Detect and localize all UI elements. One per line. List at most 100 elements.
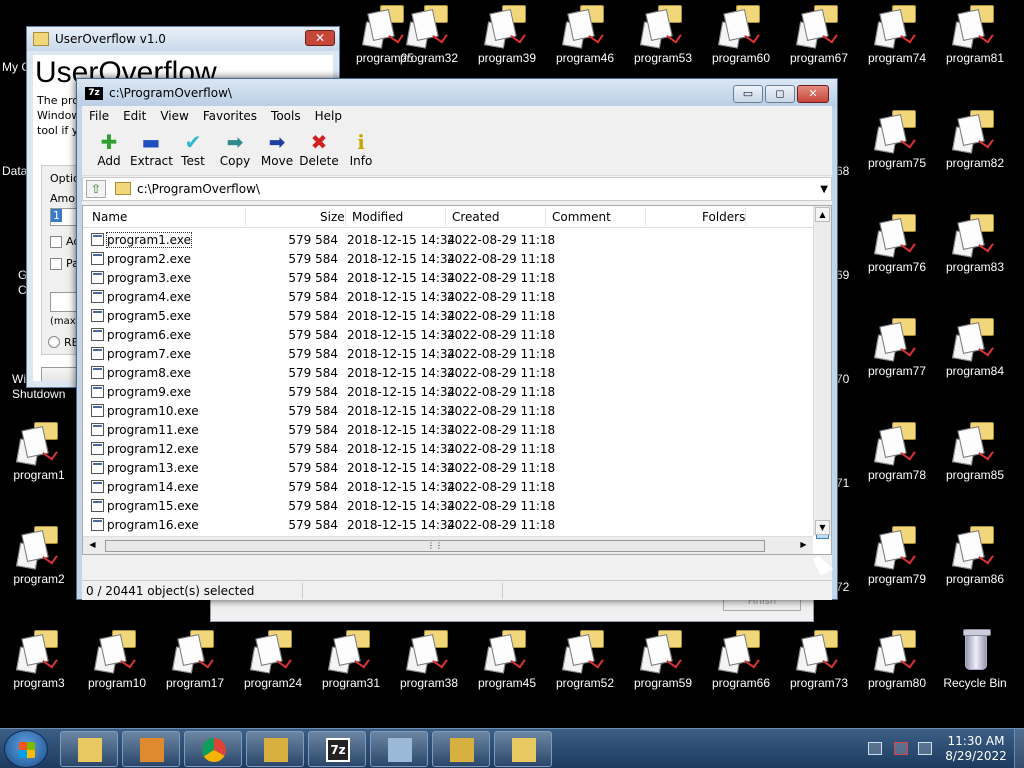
close-button[interactable]: ✕ — [797, 85, 829, 103]
chrome-taskbar-button[interactable] — [184, 731, 242, 767]
column-modified[interactable]: Modified — [352, 210, 403, 226]
desktop-icon[interactable]: program76 — [858, 214, 936, 274]
desktop-icon[interactable]: program53 — [624, 5, 702, 65]
keys-taskbar-button[interactable] — [246, 731, 304, 767]
table-row[interactable]: program6.exe 579 584 2018-12-15 14:34 2022-… — [83, 325, 813, 344]
move-button[interactable]: ➡ Move — [256, 126, 298, 174]
maximize-button[interactable]: ◻ — [765, 85, 795, 103]
address-path[interactable]: c:\ProgramOverflow\ — [137, 182, 260, 196]
table-row[interactable]: program15.exe 579 584 2018-12-15 14:34 2022… — [83, 496, 813, 515]
column-divider[interactable] — [645, 208, 646, 226]
desktop-icon[interactable]: program10 — [78, 630, 156, 690]
table-row[interactable]: program12.exe 579 584 2018-12-15 14:34 2022… — [83, 439, 813, 458]
minimize-button[interactable]: ▭ — [733, 85, 763, 103]
desktop-icon[interactable]: program74 — [858, 5, 936, 65]
desktop-icon[interactable]: program66 — [702, 630, 780, 690]
network-icon[interactable] — [868, 742, 882, 755]
notepad-taskbar-button[interactable] — [370, 731, 428, 767]
extract-button[interactable]: ▬ Extract — [130, 126, 173, 174]
column-divider[interactable] — [445, 208, 446, 226]
desktop-icon[interactable]: program77 — [858, 318, 936, 378]
useroverflow-taskbar-button[interactable] — [494, 731, 552, 767]
menu-view[interactable]: View — [153, 109, 195, 123]
table-row[interactable]: program2.exe 579 584 2018-12-15 14:34 2022-… — [83, 249, 813, 268]
table-row[interactable]: program11.exe 579 584 2018-12-15 14:34 2022… — [83, 420, 813, 439]
table-row[interactable]: program13.exe 579 584 2018-12-15 14:34 2022… — [83, 458, 813, 477]
up-folder-button[interactable]: ⇧ — [86, 180, 106, 198]
column-size[interactable]: Size — [320, 210, 345, 226]
scroll-right-arrow-icon[interactable]: ▶ — [796, 538, 811, 553]
desktop-icon[interactable]: program17 — [156, 630, 234, 690]
vertical-scrollbar[interactable]: ▲ ▼ — [813, 206, 831, 539]
column-created[interactable]: Created — [452, 210, 500, 226]
column-name[interactable]: Name — [92, 210, 127, 226]
scroll-left-arrow-icon[interactable]: ◀ — [85, 538, 100, 553]
horizontal-scroll-thumb[interactable]: ⋮⋮ — [105, 540, 765, 552]
desktop-icon[interactable]: program59 — [624, 630, 702, 690]
table-row[interactable]: program7.exe 579 584 2018-12-15 14:34 2022-… — [83, 344, 813, 363]
column-divider[interactable] — [345, 208, 346, 226]
menu-edit[interactable]: Edit — [116, 109, 153, 123]
table-row[interactable]: program16.exe 579 584 2018-12-15 14:34 2022… — [83, 515, 813, 534]
table-row[interactable]: program3.exe 579 584 2018-12-15 14:34 2022-… — [83, 268, 813, 287]
desktop-icon[interactable]: program80 — [858, 630, 936, 690]
desktop-icon[interactable]: program75 — [858, 110, 936, 170]
info-button[interactable]: i Info — [340, 126, 382, 174]
password-checkbox[interactable] — [50, 258, 62, 270]
menu-favorites[interactable]: Favorites — [196, 109, 264, 123]
test-button[interactable]: ✔ Test — [172, 126, 214, 174]
table-row[interactable]: program14.exe 579 584 2018-12-15 14:34 2022… — [83, 477, 813, 496]
media-player-taskbar-button[interactable] — [122, 731, 180, 767]
column-divider[interactable] — [545, 208, 546, 226]
copy-button[interactable]: ➡ Copy — [214, 126, 256, 174]
desktop-icon[interactable]: program83 — [936, 214, 1014, 274]
column-folders[interactable]: Folders — [702, 210, 745, 226]
useroverflow-titlebar[interactable]: UserOverflow v1.0 — [27, 27, 339, 51]
sevenzip-window[interactable]: 7z c:\ProgramOverflow\ ▭ ◻ ✕ File Edit Vie… — [76, 78, 838, 600]
column-divider[interactable] — [245, 208, 246, 226]
table-row[interactable]: program4.exe 579 584 2018-12-15 14:34 2022-… — [83, 287, 813, 306]
desktop-icon[interactable]: program84 — [936, 318, 1014, 378]
desktop-icon[interactable]: program81 — [936, 5, 1014, 65]
desktop-icon[interactable]: program52 — [546, 630, 624, 690]
desktop-icon[interactable]: program2 — [0, 526, 78, 586]
desktop-icon[interactable]: program32 — [390, 5, 468, 65]
menu-file[interactable]: File — [82, 109, 116, 123]
reset-radio[interactable] — [48, 336, 60, 348]
scroll-up-arrow-icon[interactable]: ▲ — [815, 207, 830, 222]
file-list[interactable]: Name Size Modified Created Comment Folde… — [82, 205, 832, 555]
address-dropdown-icon[interactable]: ▼ — [820, 184, 828, 195]
table-row[interactable]: program8.exe 579 584 2018-12-15 14:34 2022-… — [83, 363, 813, 382]
desktop-icon[interactable]: program38 — [390, 630, 468, 690]
menu-help[interactable]: Help — [308, 109, 349, 123]
volume-icon[interactable] — [918, 742, 932, 755]
start-button[interactable] — [4, 730, 48, 768]
table-row[interactable]: program10.exe 579 584 2018-12-15 14:34 2022… — [83, 401, 813, 420]
desktop-icon[interactable]: program39 — [468, 5, 546, 65]
desktop-icon[interactable]: program46 — [546, 5, 624, 65]
desktop-icon[interactable]: program86 — [936, 526, 1014, 586]
address-bar[interactable]: ⇧ c:\ProgramOverflow\ ▼ — [82, 177, 832, 201]
sevenzip-taskbar-button[interactable]: 7z — [308, 731, 366, 767]
keys2-taskbar-button[interactable] — [432, 731, 490, 767]
desktop-icon[interactable]: program24 — [234, 630, 312, 690]
desktop-icon[interactable]: program60 — [702, 5, 780, 65]
show-desktop-button[interactable] — [1014, 729, 1024, 768]
clock[interactable]: 11:30 AM 8/29/2022 — [940, 734, 1012, 764]
desktop-icon[interactable]: program67 — [780, 5, 858, 65]
desktop-icon[interactable]: program78 — [858, 422, 936, 482]
table-row[interactable]: program5.exe 579 584 2018-12-15 14:34 2022-… — [83, 306, 813, 325]
add-button[interactable]: ✚ Add — [88, 126, 130, 174]
horizontal-scrollbar[interactable]: ◀ ⋮⋮ ▶ — [83, 536, 813, 554]
desktop-icon[interactable]: program85 — [936, 422, 1014, 482]
delete-button[interactable]: ✖ Delete — [298, 126, 340, 174]
column-divider[interactable] — [745, 208, 746, 226]
useroverflow-close-button[interactable]: ✕ — [305, 30, 335, 46]
sevenzip-titlebar[interactable]: 7z c:\ProgramOverflow\ ▭ ◻ ✕ — [77, 79, 837, 107]
column-comment[interactable]: Comment — [552, 210, 611, 226]
explorer-taskbar-button[interactable] — [60, 731, 118, 767]
table-row[interactable]: program9.exe 579 584 2018-12-15 14:34 2022-… — [83, 382, 813, 401]
menu-tools[interactable]: Tools — [264, 109, 308, 123]
scroll-down-arrow-icon[interactable]: ▼ — [815, 520, 830, 535]
desktop-icon[interactable]: program45 — [468, 630, 546, 690]
